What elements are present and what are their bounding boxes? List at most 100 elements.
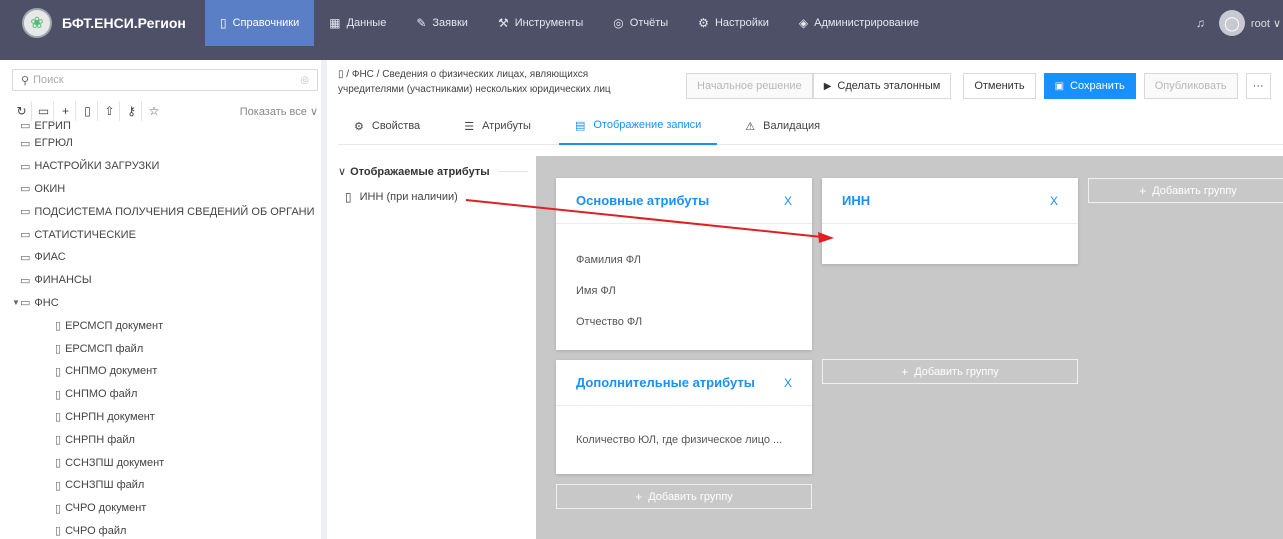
more-button[interactable]: ··· bbox=[1245, 73, 1271, 99]
nav-item-settings[interactable]: ⚙ Настройки bbox=[683, 0, 784, 46]
tree-child[interactable]: ▯ ССНЗПШ документ bbox=[0, 451, 321, 474]
tree-child-label: СЧРО документ bbox=[65, 502, 147, 515]
play-icon: ▶ bbox=[823, 80, 832, 92]
group-attribute[interactable]: Количество ЮЛ, где физическое лицо ... bbox=[576, 424, 792, 455]
nav-label: Администрирование bbox=[814, 17, 920, 29]
tree-item[interactable]: ▭ ОКИН bbox=[0, 178, 321, 201]
nav-item-reports[interactable]: ◎ Отчёты bbox=[598, 0, 683, 46]
tree-item-label: ЕГРИП bbox=[34, 120, 71, 132]
tree-child-label: СЧРО файл bbox=[65, 524, 127, 537]
group-title: Дополнительные атрибуты bbox=[576, 375, 755, 390]
tree-child[interactable]: ▯ СЧРО документ bbox=[0, 497, 321, 520]
group-attribute[interactable]: Имя ФЛ bbox=[576, 275, 792, 306]
tree-child[interactable]: ▯ СНРПН файл bbox=[0, 428, 321, 451]
search-placeholder: Поиск bbox=[33, 74, 64, 86]
group-header: Основные атрибуты X bbox=[556, 178, 812, 224]
group-body: Фамилия ФЛ Имя ФЛ Отчество ФЛ bbox=[556, 224, 812, 351]
tree-child-label: ЕРСМСП файл bbox=[65, 342, 144, 355]
tools-icon: ⚒ bbox=[497, 16, 509, 30]
action-bar: Начальное решение ▶ Сделать эталонным Отм… bbox=[686, 73, 1271, 99]
group-card-inn[interactable]: ИНН X bbox=[822, 178, 1078, 264]
tree: ▭ ЕГРИП ▭ ЕГРЮЛ ▭ НАСТРОЙКИ ЗАГРУЗКИ ▭ ОКИН … bbox=[0, 118, 321, 539]
clear-icon[interactable]: ◎ bbox=[300, 75, 309, 86]
close-icon[interactable]: X bbox=[784, 194, 792, 208]
settings-icon: ⚙ bbox=[698, 16, 709, 30]
brand[interactable]: ❀ БФТ.ЕНСИ.Регион bbox=[0, 0, 205, 46]
nav-item-handbooks[interactable]: ▯ Справочники bbox=[205, 0, 315, 46]
app-name: БФТ.ЕНСИ.Регион bbox=[62, 15, 186, 31]
group-body: Количество ЮЛ, где физическое лицо ... bbox=[556, 406, 812, 469]
tree-item[interactable]: ▭ ФИАС bbox=[0, 246, 321, 269]
close-icon[interactable]: X bbox=[784, 376, 792, 390]
tab-label: Отображение записи bbox=[593, 119, 702, 131]
nav-item-admin[interactable]: ◈ Администрирование bbox=[784, 0, 934, 46]
nav-item-data[interactable]: ▦ Данные bbox=[314, 0, 401, 46]
shield-icon: ◈ bbox=[798, 16, 809, 30]
file-icon: ▯ bbox=[55, 479, 62, 492]
tree-item-label: ЕГРЮЛ bbox=[34, 137, 73, 150]
tree-item-label: ПОДСИСТЕМА ПОЛУЧЕНИЯ СВЕДЕНИЙ ОБ ОРГАНИ bbox=[34, 205, 315, 218]
folder-open-icon: ▭ bbox=[20, 297, 31, 310]
file-icon: ▯ bbox=[55, 525, 62, 538]
save-icon: ▣ bbox=[1054, 80, 1065, 92]
make-reference-button[interactable]: ▶ Сделать эталонным bbox=[812, 73, 952, 99]
tab-label: Атрибуты bbox=[482, 120, 531, 132]
chevron-down-icon: ∨ bbox=[338, 166, 347, 178]
divider bbox=[497, 171, 528, 172]
nav-label: Инструменты bbox=[514, 17, 584, 29]
cancel-button[interactable]: Отменить bbox=[963, 73, 1036, 99]
nav-label: Данные bbox=[346, 17, 387, 29]
breadcrumb-line-1[interactable]: ▯ / ФНС / Сведения о физических лицах, я… bbox=[338, 67, 678, 82]
tree-item-label: ФИАС bbox=[34, 251, 66, 264]
tree-child[interactable]: ▯ СНРПН документ bbox=[0, 406, 321, 429]
tree-item[interactable]: ▭ СТАТИСТИЧЕСКИЕ bbox=[0, 223, 321, 246]
file-icon: ▯ bbox=[55, 502, 62, 515]
tree-child[interactable]: ▯ СНПМО документ bbox=[0, 360, 321, 383]
tree-child[interactable]: ▯ СЧРО файл bbox=[0, 520, 321, 539]
publish-button[interactable]: Опубликовать bbox=[1143, 73, 1238, 99]
tree-child-label: ССНЗПШ документ bbox=[65, 456, 165, 469]
tab-attributes[interactable]: ☰ Атрибуты bbox=[448, 107, 547, 145]
tree-child[interactable]: ▯ ССНЗПШ файл bbox=[0, 474, 321, 497]
tab-record-display[interactable]: ▤ Отображение записи bbox=[558, 107, 718, 145]
user-area: ♫ ◯ root ∨ bbox=[1196, 0, 1283, 46]
tree-child[interactable]: ▯ СНПМО файл bbox=[0, 383, 321, 406]
save-button[interactable]: ▣ Сохранить bbox=[1043, 73, 1136, 99]
caret-down-icon[interactable]: ▼ bbox=[12, 298, 20, 307]
group-attribute[interactable]: Фамилия ФЛ bbox=[576, 244, 792, 275]
group-attribute[interactable]: Отчество ФЛ bbox=[576, 306, 792, 337]
bell-icon[interactable]: ♫ bbox=[1196, 16, 1205, 30]
tree-item-fns[interactable]: ▼ ▭ ФНС bbox=[0, 292, 321, 315]
reports-icon: ◎ bbox=[613, 16, 624, 30]
tree-item[interactable]: ▭ ПОДСИСТЕМА ПОЛУЧЕНИЯ СВЕДЕНИЙ ОБ ОРГАНИ bbox=[0, 200, 321, 223]
group-card-extra[interactable]: Дополнительные атрибуты X Количество ЮЛ,… bbox=[556, 360, 812, 474]
show-all-toggle[interactable]: Показать все ∨ bbox=[240, 105, 318, 118]
attribute-item[interactable]: ▯ ИНН (при наличии) bbox=[345, 190, 458, 204]
tab-validation[interactable]: ⚠ Валидация bbox=[729, 107, 836, 145]
tree-item[interactable]: ▭ ФИНАНСЫ bbox=[0, 269, 321, 292]
initial-decision-button[interactable]: Начальное решение bbox=[686, 73, 813, 99]
tree-item[interactable]: ▭ ЕГРЮЛ bbox=[0, 132, 321, 155]
tree-item-clipped[interactable]: ▭ ЕГРИП bbox=[0, 118, 321, 132]
tree-child[interactable]: ▯ ЕРСМСП файл bbox=[0, 337, 321, 360]
add-group-button[interactable]: + Добавить группу bbox=[822, 359, 1078, 384]
group-card-main[interactable]: Основные атрибуты X Фамилия ФЛ Имя ФЛ От… bbox=[556, 178, 812, 350]
displayed-attributes-heading[interactable]: ∨ Отображаемые атрибуты bbox=[338, 165, 528, 178]
tab-properties[interactable]: ⚙ Свойства bbox=[338, 107, 436, 145]
nav-item-requests[interactable]: ✎ Заявки bbox=[401, 0, 483, 46]
tree-item-label: ФНС bbox=[34, 296, 59, 309]
nav-label: Справочники bbox=[232, 17, 300, 29]
tree-child[interactable]: ▯ ЕРСМСП документ bbox=[0, 314, 321, 337]
make-reference-label: Сделать эталонным bbox=[837, 80, 941, 92]
file-icon: ▯ bbox=[55, 343, 62, 356]
add-group-button[interactable]: + Добавить группу bbox=[556, 484, 812, 509]
close-icon[interactable]: X bbox=[1050, 194, 1058, 208]
tree-item[interactable]: ▭ НАСТРОЙКИ ЗАГРУЗКИ bbox=[0, 155, 321, 178]
tree-child-label: ССНЗПШ файл bbox=[65, 479, 145, 492]
nav-item-tools[interactable]: ⚒ Инструменты bbox=[483, 0, 598, 46]
user-name[interactable]: root ∨ bbox=[1251, 17, 1281, 30]
avatar[interactable]: ◯ bbox=[1218, 10, 1245, 36]
group-header: Дополнительные атрибуты X bbox=[556, 360, 812, 406]
search-input[interactable]: ⚲ Поиск ◎ bbox=[12, 69, 318, 91]
add-group-button[interactable]: + Добавить группу bbox=[1088, 178, 1283, 203]
